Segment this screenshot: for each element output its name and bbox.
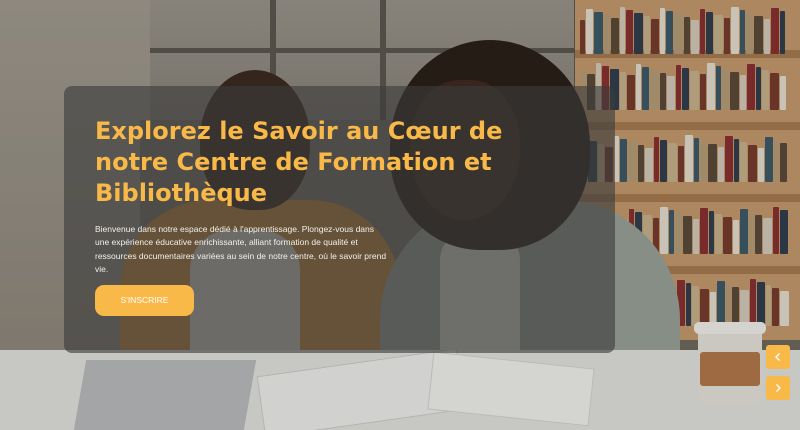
slider-next-button[interactable] bbox=[766, 376, 790, 400]
signup-button[interactable]: S'INSCRIRE bbox=[95, 285, 194, 316]
hero-description: Bienvenue dans notre espace dédié à l'ap… bbox=[95, 224, 387, 275]
hero-title: Explorez le Savoir au Cœur de notre Cent… bbox=[95, 117, 503, 208]
slider-prev-button[interactable] bbox=[766, 345, 790, 369]
hero-card: Explorez le Savoir au Cœur de notre Cent… bbox=[64, 86, 615, 353]
chevron-left-icon bbox=[775, 353, 780, 361]
chevron-right-icon bbox=[776, 384, 781, 392]
